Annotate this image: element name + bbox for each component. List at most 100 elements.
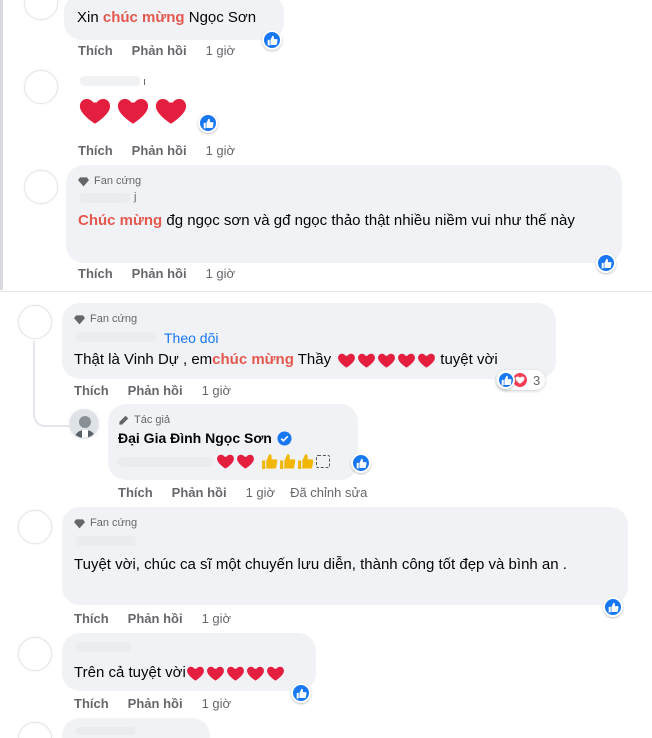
person-icon — [74, 416, 96, 438]
fan-badge: Fan cứng — [74, 313, 137, 325]
heart-row — [186, 664, 285, 683]
thread-bar — [0, 0, 3, 290]
redacted-name — [76, 727, 136, 735]
heart-icon — [418, 353, 436, 368]
reply-button[interactable]: Phản hồi — [132, 143, 187, 158]
heart-icon — [378, 353, 396, 368]
heart-icon — [206, 666, 224, 681]
heart-icon — [117, 98, 149, 124]
heart-row — [78, 94, 188, 128]
author-avatar[interactable] — [69, 409, 99, 439]
commenter-name[interactable]: ı — [143, 76, 146, 88]
redacted-name — [76, 536, 136, 546]
comment-actions: Thích Phản hồi 1 giờ — [78, 43, 254, 58]
heart-icon — [155, 98, 187, 124]
like-icon[interactable] — [198, 113, 218, 133]
heart-row — [337, 351, 436, 370]
reply-button[interactable]: Phản hồi — [128, 611, 183, 626]
comment-actions: Thích Phản hồi 1 giờ — [74, 383, 250, 398]
redacted-text — [118, 457, 213, 467]
thumbs-up-icon — [280, 454, 296, 469]
heart-icon — [358, 353, 376, 368]
avatar[interactable] — [18, 305, 52, 339]
heart-icon — [398, 353, 416, 368]
like-icon[interactable] — [603, 597, 623, 617]
verified-icon — [277, 430, 292, 446]
avatar[interactable] — [18, 722, 52, 738]
like-icon — [497, 371, 515, 389]
highlight-text: Chúc mừng — [78, 212, 163, 229]
like-icon[interactable] — [351, 453, 371, 473]
reaction-count: 3 — [533, 372, 541, 388]
comment-text: Tuyệt vời, chúc ca sĩ một chuyến lưu diễ… — [74, 556, 567, 573]
redacted-name — [76, 642, 131, 652]
timestamp[interactable]: 1 giờ — [206, 43, 236, 58]
timestamp[interactable]: 1 giờ — [206, 266, 236, 281]
like-button[interactable]: Thích — [78, 143, 113, 158]
author-name-row: Đại Gia Đình Ngọc Sơn — [118, 430, 292, 446]
author-name[interactable]: Đại Gia Đình Ngọc Sơn — [118, 430, 272, 446]
comment-text: Trên cả tuyệt vời — [74, 662, 285, 684]
timestamp[interactable]: 1 giờ — [246, 485, 276, 500]
comment-actions: Thích Phản hồi 1 giờ Đã chỉnh sửa — [118, 485, 386, 500]
heart-icon — [237, 454, 254, 469]
avatar[interactable] — [24, 0, 58, 20]
comment-actions: Thích Phản hồi 1 giờ — [78, 266, 254, 281]
fan-badge: Fan cứng — [74, 517, 137, 529]
heart-icon — [217, 454, 234, 469]
like-button[interactable]: Thích — [78, 266, 113, 281]
like-button[interactable]: Thích — [74, 696, 109, 711]
heart-icon — [186, 666, 204, 681]
like-icon[interactable] — [291, 683, 311, 703]
commenter-name[interactable]: j — [134, 191, 136, 203]
comment-actions: Thích Phản hồi 1 giờ — [74, 696, 250, 711]
comment-text: Xin chúc mừng Ngọc Sơn — [77, 9, 257, 26]
like-button[interactable]: Thích — [74, 611, 109, 626]
avatar[interactable] — [18, 510, 52, 544]
emoji-row — [216, 452, 330, 471]
gem-icon — [78, 176, 89, 186]
highlight-text: chúc mừng — [102, 9, 185, 26]
avatar[interactable] — [24, 170, 58, 204]
author-badge: Tác giả — [118, 414, 170, 426]
like-button[interactable]: Thích — [74, 383, 109, 398]
fan-badge: Fan cứng — [78, 175, 141, 187]
reply-button[interactable]: Phản hồi — [128, 696, 183, 711]
thumbs-up-icon — [298, 454, 314, 469]
comment-actions: Thích Phản hồi 1 giờ — [74, 611, 250, 626]
gem-icon — [74, 518, 85, 528]
follow-link[interactable]: Theo dõi — [164, 330, 218, 346]
like-button[interactable]: Thích — [78, 43, 113, 58]
avatar[interactable] — [24, 70, 58, 104]
heart-icon — [266, 666, 284, 681]
reply-button[interactable]: Phản hồi — [132, 266, 187, 281]
like-icon[interactable] — [262, 30, 282, 50]
reply-button[interactable]: Phản hồi — [128, 383, 183, 398]
timestamp[interactable]: 1 giờ — [206, 143, 236, 158]
heart-icon — [338, 353, 356, 368]
screenshot-seam — [0, 291, 652, 292]
sticker-icon — [316, 455, 330, 468]
heart-icon — [79, 98, 111, 124]
timestamp[interactable]: 1 giờ — [202, 696, 232, 711]
comment-text: Thật là Vinh Dự , em chúc mừng Thầy tuyệ… — [74, 349, 498, 371]
reply-button[interactable]: Phản hồi — [172, 485, 227, 500]
reply-button[interactable]: Phản hồi — [132, 43, 187, 58]
heart-icon — [226, 666, 244, 681]
edited-label: Đã chỉnh sửa — [290, 485, 368, 500]
like-icon[interactable] — [596, 253, 616, 273]
redacted-name — [80, 193, 130, 203]
timestamp[interactable]: 1 giờ — [202, 611, 232, 626]
like-button[interactable]: Thích — [118, 485, 153, 500]
reaction-summary[interactable]: 3 — [496, 370, 546, 390]
gem-icon — [74, 314, 85, 324]
redacted-name — [76, 332, 156, 342]
highlight-text: chúc mừng — [212, 351, 294, 368]
comment-actions: Thích Phản hồi 1 giờ — [78, 143, 254, 158]
timestamp[interactable]: 1 giờ — [202, 383, 232, 398]
redacted-name — [80, 76, 140, 86]
thumbs-up-icon — [262, 454, 278, 469]
pen-icon — [119, 415, 129, 425]
avatar[interactable] — [18, 637, 52, 671]
heart-icon — [246, 666, 264, 681]
